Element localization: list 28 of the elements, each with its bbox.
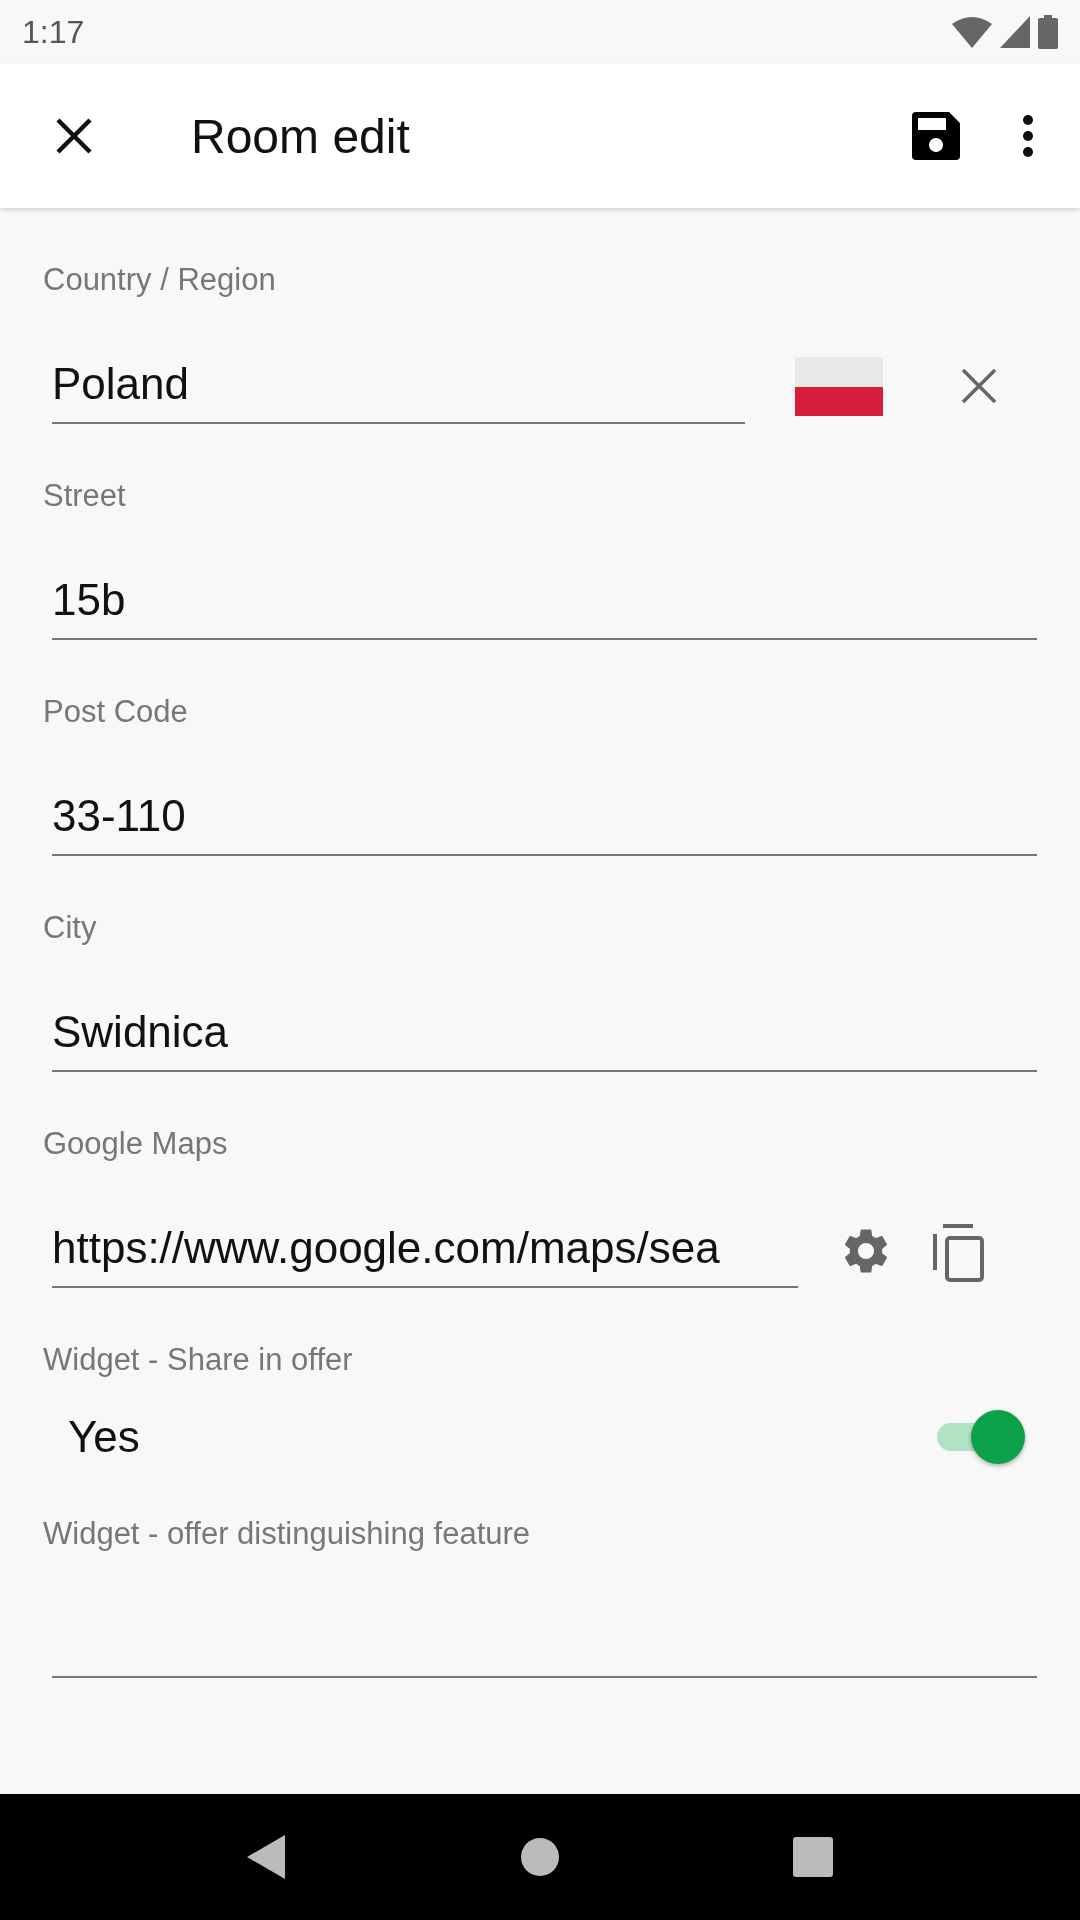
input-field[interactable]: 15b — [52, 574, 1037, 640]
flag-icon — [795, 357, 883, 416]
field-label: Widget - offer distinguishing feature — [43, 1515, 531, 1553]
toggle-switch[interactable] — [935, 1410, 1025, 1464]
more-icon[interactable] — [1022, 114, 1034, 158]
field-label: Google Maps — [43, 1125, 228, 1163]
input-field[interactable]: Swidnica — [52, 1006, 1037, 1072]
toggle-label: Yes — [68, 1412, 140, 1462]
status-time: 1:17 — [22, 13, 85, 51]
back-icon[interactable] — [246, 1835, 287, 1879]
battery-icon — [1038, 15, 1058, 49]
field-label: Post Code — [43, 693, 188, 731]
field-label: City — [43, 909, 97, 947]
field-label: Street — [43, 477, 126, 515]
clear-icon[interactable] — [961, 368, 997, 404]
input-field[interactable]: Poland — [52, 358, 745, 424]
recents-icon[interactable] — [793, 1837, 834, 1877]
screen-title: Room edit — [191, 108, 411, 164]
signal-icon — [1000, 16, 1030, 48]
home-icon[interactable] — [520, 1837, 560, 1877]
save-icon[interactable] — [912, 112, 960, 160]
input-field[interactable]: 33-110 — [52, 790, 1037, 856]
copy-icon[interactable] — [933, 1224, 985, 1282]
wifi-icon — [952, 16, 992, 48]
field-label: Country / Region — [43, 261, 276, 299]
input-field[interactable]: https://www.google.com/maps/sea — [52, 1222, 798, 1288]
close-icon[interactable] — [55, 117, 93, 155]
field-label: Widget - Share in offer — [43, 1341, 353, 1379]
